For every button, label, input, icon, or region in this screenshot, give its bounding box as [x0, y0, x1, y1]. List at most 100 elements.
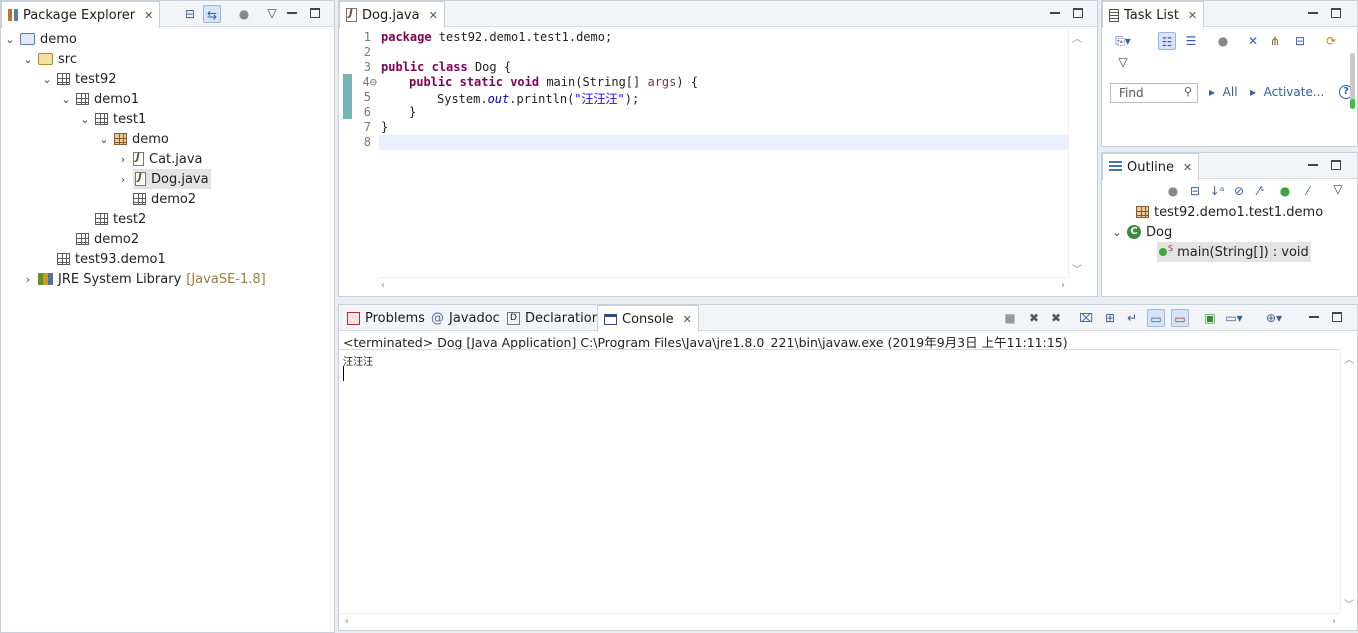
tree-item-package[interactable]: ⌄ test1 — [80, 109, 146, 129]
word-wrap-icon[interactable]: ↵ — [1123, 309, 1141, 327]
scheduled-icon[interactable]: ☰ — [1182, 32, 1200, 50]
all-link[interactable]: ▸ All — [1209, 85, 1238, 99]
hide-nonpublic-icon[interactable]: ● — [1276, 182, 1294, 200]
chevron-right-icon[interactable]: › — [118, 153, 128, 166]
tab-task-list[interactable]: Task List ✕ — [1102, 1, 1205, 28]
focus-icon[interactable]: ● — [1214, 32, 1232, 50]
collapse-all-icon[interactable]: ⊟ — [1291, 32, 1309, 50]
tab-problems[interactable]: Problems — [341, 305, 431, 331]
tree-item-package[interactable]: demo2 — [61, 229, 139, 249]
code-area[interactable]: package test92.demo1.test1.demo; public … — [339, 28, 1097, 278]
tree-item-src[interactable]: ⌄ src — [23, 49, 77, 69]
outline-package[interactable]: test92.demo1.test1.demo — [1136, 202, 1323, 222]
scroll-up-icon[interactable]: ︿ — [1072, 30, 1082, 45]
maximize-icon[interactable] — [1330, 310, 1344, 324]
filter-icon[interactable]: ⋔ — [1266, 32, 1284, 50]
minimize-icon[interactable] — [1306, 158, 1320, 172]
scroll-up-icon[interactable]: ︿ — [1344, 351, 1354, 366]
hide-local-types-icon[interactable]: ⁄ — [1299, 182, 1317, 200]
tab-javadoc[interactable]: @ Javadoc — [425, 305, 506, 331]
chevron-down-icon[interactable]: ⌄ — [1112, 226, 1122, 239]
chevron-down-icon[interactable]: ⌄ — [5, 33, 15, 46]
focus-icon[interactable]: ● — [1164, 182, 1182, 200]
chevron-down-icon[interactable]: ⌄ — [99, 133, 109, 146]
show-on-stdout-icon[interactable]: ▭ — [1147, 309, 1165, 327]
new-task-icon[interactable]: ⎘▾ — [1114, 32, 1132, 50]
display-selected-console-icon[interactable]: ▭▾ — [1225, 309, 1243, 327]
library-version: [JavaSE-1.8] — [186, 271, 266, 287]
show-on-stderr-icon[interactable]: ▭ — [1171, 309, 1189, 327]
minimize-icon[interactable] — [285, 6, 299, 20]
outline-class[interactable]: ⌄ C Dog — [1112, 222, 1172, 242]
editor-horizontal-scrollbar[interactable]: ‹ › — [379, 277, 1067, 294]
hide-static-icon[interactable]: ⁄ˢ — [1252, 182, 1270, 200]
tab-dog-java[interactable]: Dog.java ✕ — [339, 1, 445, 28]
chevron-down-icon[interactable]: ⌄ — [61, 93, 71, 106]
close-icon[interactable]: ✕ — [683, 313, 692, 326]
console-vertical-scrollbar[interactable]: ︿ ﹀ — [1340, 349, 1357, 613]
close-icon[interactable]: ✕ — [1188, 9, 1197, 22]
remove-all-terminated-icon[interactable]: ✖ — [1047, 309, 1065, 327]
remove-launch-icon[interactable]: ✖ — [1025, 309, 1043, 327]
clear-console-icon[interactable]: ⌧ — [1077, 309, 1095, 327]
terminate-icon[interactable]: ■ — [1001, 309, 1019, 327]
view-menu-icon[interactable]: ▽ — [1329, 180, 1347, 198]
close-icon[interactable]: ✕ — [429, 9, 438, 22]
chevron-down-icon[interactable]: ⌄ — [23, 53, 33, 66]
maximize-icon[interactable] — [308, 6, 322, 20]
chevron-right-icon[interactable]: › — [118, 173, 128, 186]
tab-declaration[interactable]: D Declaration — [501, 305, 606, 331]
tree-item-project[interactable]: ⌄ demo — [5, 29, 76, 49]
close-icon[interactable]: ✕ — [144, 9, 153, 22]
focus-icon[interactable]: ● — [235, 5, 253, 23]
scroll-lock-icon[interactable]: ⊞ — [1101, 309, 1119, 327]
scroll-down-icon[interactable]: ﹀ — [1072, 261, 1082, 276]
editor-vertical-scrollbar[interactable]: ︿ ﹀ — [1068, 28, 1085, 278]
open-console-icon[interactable]: ⊕▾ — [1265, 309, 1283, 327]
sort-icon[interactable]: ↓ᵃ — [1208, 182, 1226, 200]
tab-console[interactable]: Console ✕ — [597, 305, 699, 332]
categorized-icon[interactable]: ☷ — [1158, 32, 1176, 50]
tree-item-package[interactable]: demo2 — [118, 189, 196, 209]
collapse-all-icon[interactable]: ⊟ — [181, 5, 199, 23]
close-icon[interactable]: ✕ — [1183, 161, 1192, 174]
tree-item-package[interactable]: test93.demo1 — [42, 249, 166, 269]
scroll-down-icon[interactable]: ﹀ — [1344, 596, 1354, 611]
collapse-all-icon[interactable]: ⊟ — [1186, 182, 1204, 200]
scroll-right-icon[interactable]: › — [1061, 280, 1065, 291]
maximize-icon[interactable] — [1329, 158, 1343, 172]
minimize-icon[interactable] — [1048, 6, 1062, 20]
scroll-right-icon[interactable]: › — [1332, 616, 1336, 627]
tree-item-package[interactable]: ⌄ test92 — [42, 69, 116, 89]
tree-item-file[interactable]: › Cat.java — [118, 149, 203, 169]
maximize-icon[interactable] — [1071, 6, 1085, 20]
view-menu-icon[interactable]: ▽ — [263, 4, 281, 22]
outline-method[interactable]: S main(String[]) : void — [1157, 242, 1311, 262]
view-menu-icon[interactable]: ▽ — [1114, 53, 1132, 71]
hide-fields-icon[interactable]: ⊘ — [1230, 182, 1248, 200]
chevron-down-icon[interactable]: ⌄ — [42, 73, 52, 86]
find-input[interactable]: Find ⚲ — [1110, 83, 1198, 103]
console-horizontal-scrollbar[interactable]: ‹ › — [339, 613, 1340, 630]
console-output-area[interactable]: 汪汪汪 — [339, 349, 1340, 613]
task-list-scrollbar[interactable] — [1350, 53, 1355, 109]
chevron-right-icon[interactable]: › — [23, 273, 33, 286]
maximize-icon[interactable] — [1329, 6, 1343, 20]
activate-link[interactable]: ▸ Activate... — [1250, 85, 1324, 99]
tab-package-explorer[interactable]: Package Explorer ✕ — [1, 1, 161, 28]
scroll-left-icon[interactable]: ‹ — [345, 616, 349, 627]
sync-icon[interactable]: ⟳ — [1322, 32, 1340, 50]
tree-item-package[interactable]: ⌄ demo — [99, 129, 168, 149]
tab-outline[interactable]: Outline ✕ — [1102, 153, 1200, 180]
pin-console-icon[interactable]: ▣ — [1201, 309, 1219, 327]
minimize-icon[interactable] — [1306, 6, 1320, 20]
scroll-left-icon[interactable]: ‹ — [381, 280, 385, 291]
minimize-icon[interactable] — [1307, 310, 1321, 324]
tree-item-file-selected[interactable]: › Dog.java — [118, 169, 211, 189]
chevron-down-icon[interactable]: ⌄ — [80, 113, 90, 126]
hide-completed-icon[interactable]: ✕ — [1244, 32, 1262, 50]
tree-item-package[interactable]: ⌄ demo1 — [61, 89, 139, 109]
tree-item-library[interactable]: › JRE System Library [JavaSE-1.8] — [23, 269, 266, 289]
link-with-editor-icon[interactable]: ⇆ — [203, 5, 221, 23]
tree-item-package[interactable]: test2 — [80, 209, 146, 229]
